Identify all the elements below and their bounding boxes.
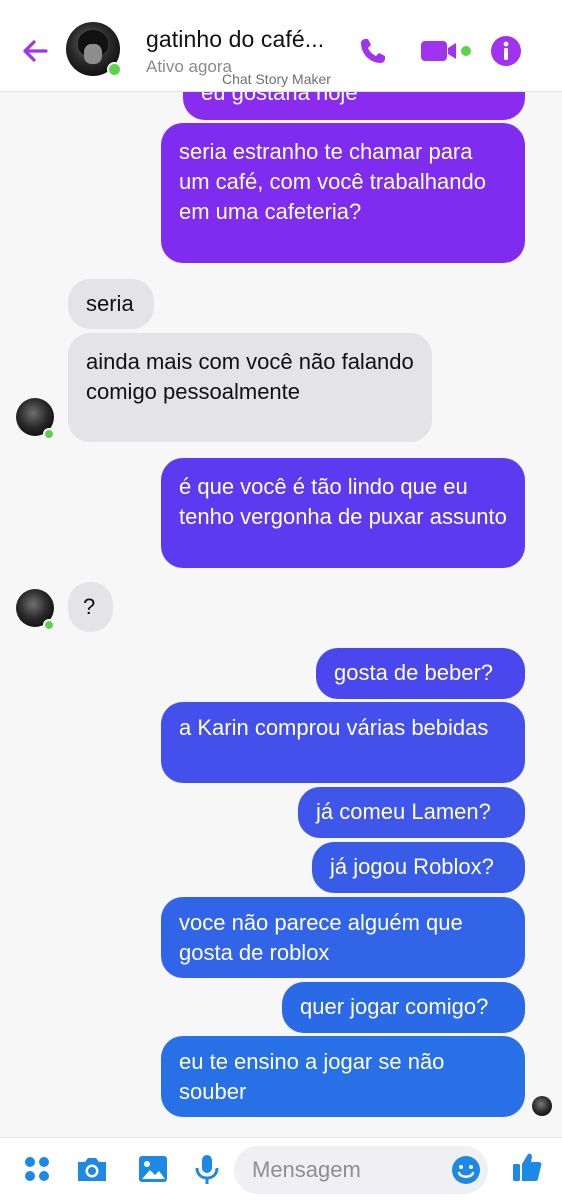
message-text: já comeu Lamen? xyxy=(316,799,491,824)
online-indicator xyxy=(43,428,55,440)
contact-status: Ativo agora xyxy=(146,57,232,76)
message-text: a Karin comprou várias bebidas xyxy=(179,715,489,740)
message-text: gosta de beber? xyxy=(334,660,494,685)
message-bubble-sent[interactable]: voce não parece alguém que gosta de robl… xyxy=(161,897,525,978)
info-icon[interactable] xyxy=(490,35,522,67)
message-text: ainda mais com você não falando comigo p… xyxy=(86,349,414,404)
emoji-icon[interactable] xyxy=(450,1154,482,1186)
seen-indicator-avatar xyxy=(532,1096,552,1116)
message-bubble-sent[interactable]: quer jogar comigo? xyxy=(282,982,525,1033)
message-bubble-received[interactable]: ainda mais com você não falando comigo p… xyxy=(68,333,432,442)
phone-icon[interactable] xyxy=(356,34,390,68)
message-text: é que você é tão lindo que eu tenho verg… xyxy=(179,474,507,529)
microphone-icon[interactable] xyxy=(190,1152,224,1186)
message-thread[interactable]: eu gostaria hoje seria estranho te chama… xyxy=(0,92,562,1137)
message-input-placeholder: Mensagem xyxy=(252,1157,361,1182)
message-text: quer jogar comigo? xyxy=(300,994,489,1019)
online-indicator xyxy=(107,62,122,77)
message-composer: Mensagem xyxy=(0,1137,562,1200)
message-text: seria xyxy=(86,291,134,316)
message-text: eu te ensino a jogar se não souber xyxy=(179,1049,445,1104)
message-bubble-sent[interactable]: gosta de beber? xyxy=(316,648,525,699)
contact-name[interactable]: gatinho do café... xyxy=(146,26,324,53)
thumbs-up-icon[interactable] xyxy=(510,1150,544,1184)
online-indicator xyxy=(43,619,55,631)
message-bubble-sent[interactable]: eu te ensino a jogar se não souber xyxy=(161,1036,525,1117)
message-text: já jogou Roblox? xyxy=(330,854,494,879)
message-text: seria estranho te chamar para um café, c… xyxy=(179,139,486,224)
message-bubble-sent[interactable]: eu gostaria hoje xyxy=(183,92,525,120)
message-text: voce não parece alguém que gosta de robl… xyxy=(179,910,463,965)
message-text: ? xyxy=(83,594,96,619)
message-bubble-sent[interactable]: seria estranho te chamar para um café, c… xyxy=(161,123,525,263)
message-bubble-received[interactable]: ? xyxy=(68,582,113,632)
message-bubble-received[interactable]: seria xyxy=(68,279,154,329)
message-bubble-sent[interactable]: já jogou Roblox? xyxy=(312,842,525,893)
message-input[interactable]: Mensagem xyxy=(234,1146,488,1194)
watermark-text: Chat Story Maker xyxy=(222,71,331,87)
message-text: eu gostaria hoje xyxy=(201,92,358,105)
apps-icon[interactable] xyxy=(20,1152,54,1186)
message-bubble-sent[interactable]: a Karin comprou várias bebidas xyxy=(161,702,525,783)
image-icon[interactable] xyxy=(136,1152,170,1186)
message-bubble-sent[interactable]: já comeu Lamen? xyxy=(298,787,525,838)
message-bubble-sent[interactable]: é que você é tão lindo que eu tenho verg… xyxy=(161,458,525,568)
video-camera-icon[interactable] xyxy=(420,38,474,64)
back-arrow-icon[interactable] xyxy=(18,34,52,68)
camera-icon[interactable] xyxy=(75,1152,109,1186)
